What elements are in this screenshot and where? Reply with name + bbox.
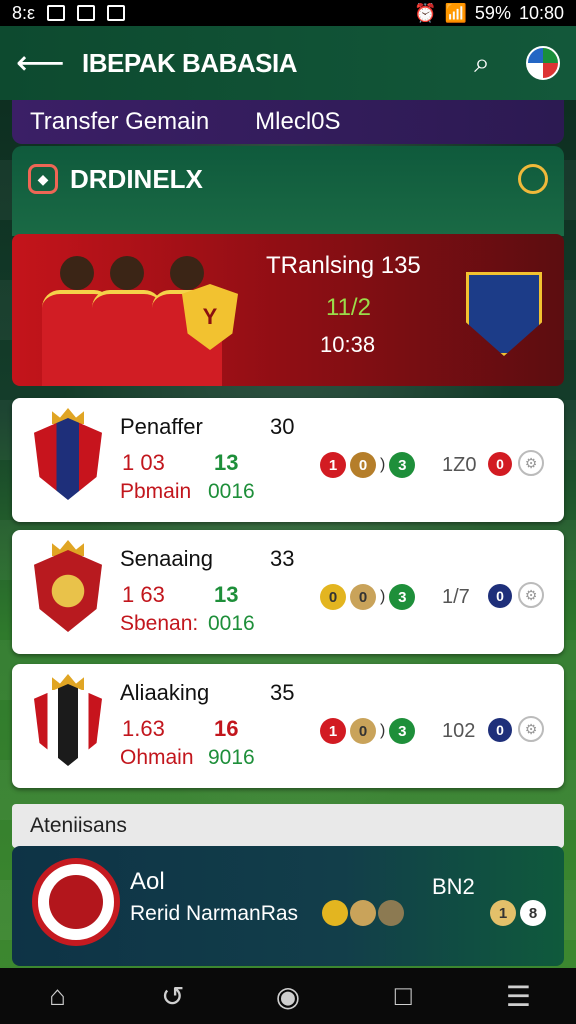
team-count: 30	[270, 414, 295, 439]
form-separator: )	[380, 588, 386, 605]
result-dots: 1 8	[490, 900, 546, 926]
stat-1: 1 63	[122, 582, 165, 607]
tab-bar: Transfer Gemain Mlecl0S	[12, 100, 564, 144]
form-dot: 0	[350, 584, 376, 610]
alarm-icon: ⏰	[414, 2, 437, 23]
form-dots: 1 0 ) 3	[320, 718, 416, 744]
hero-score: 11/2	[326, 294, 371, 321]
featured-card[interactable]: Aol Rerid NarmanRas BN2 1 8	[12, 846, 564, 966]
team-name: Penaffer	[120, 414, 203, 439]
odds-value: 1/7	[442, 586, 470, 608]
search-icon[interactable]: ⌕	[462, 47, 502, 80]
user-icon[interactable]	[518, 164, 548, 194]
eagle-badge-icon	[32, 858, 120, 946]
team-name: Aliaaking	[120, 680, 210, 705]
stat-2: 13	[214, 582, 239, 607]
stat-1: 1.63	[122, 716, 165, 741]
stat-3: Sbenan:	[120, 612, 199, 635]
settings-icon[interactable]: ⚙	[518, 450, 544, 476]
result-dot: 8	[520, 900, 546, 926]
stat-1: 1 03	[122, 450, 165, 475]
image-icon	[47, 5, 66, 21]
camera-icon[interactable]: ◉	[266, 980, 310, 1013]
tab-match[interactable]: Mlecl0S	[255, 108, 340, 136]
camera-icon	[107, 5, 126, 21]
featured-score: BN2	[432, 874, 475, 899]
tab-transfer[interactable]: Transfer Gemain	[30, 108, 209, 136]
team-count: 33	[270, 546, 295, 571]
result-dot: 1	[490, 900, 516, 926]
form-dot	[322, 900, 348, 926]
club-badge-icon	[34, 550, 102, 632]
club-badge-icon	[34, 418, 102, 500]
odds-value: 102	[442, 720, 476, 742]
strip-label: Ateniisans	[30, 814, 127, 837]
stat-2: 16	[214, 716, 239, 741]
odds-dot: 0	[488, 584, 512, 608]
form-dot: 3	[389, 584, 416, 610]
featured-title: Aol	[130, 868, 165, 895]
bottom-nav: ⌂ ↺ ◉ □ ☰	[0, 968, 576, 1024]
match-card[interactable]: Penaffer 30 1 03 13 Pbmain 0016 1 0 ) 3 …	[12, 398, 564, 522]
settings-icon[interactable]: ⚙	[518, 716, 544, 742]
arrow-left-icon[interactable]: ⟵	[16, 43, 65, 83]
avatar[interactable]	[526, 46, 560, 80]
form-dot: 3	[389, 452, 416, 478]
shield-icon: ◆	[28, 164, 58, 194]
form-dot: 0	[320, 584, 346, 610]
status-time-left: 8:ε	[12, 2, 36, 23]
form-dots: 1 0 ) 3	[320, 452, 416, 478]
app-title: IBEPAK BABASIA	[82, 47, 297, 78]
wifi-icon: 📶	[444, 2, 467, 23]
club-badge-icon	[34, 684, 102, 766]
stat-4: 0016	[208, 480, 255, 503]
odds-dot: 0	[488, 718, 512, 742]
square-icon[interactable]: □	[381, 980, 425, 1012]
section-header: ◆ DRDINELX	[12, 146, 564, 236]
attendance-strip: Ateniisans	[12, 804, 564, 848]
form-separator: )	[380, 456, 386, 473]
form-dots: 0 0 ) 3	[320, 584, 416, 610]
hero-title: TRanlsing 135	[266, 252, 421, 279]
app-bar: ⟵ IBEPAK BABASIA ⌕	[0, 26, 576, 100]
hero-time: 10:38	[320, 332, 376, 357]
home-icon[interactable]: ⌂	[36, 980, 80, 1012]
form-dot: 0	[350, 718, 376, 744]
form-dot: 1	[320, 718, 346, 744]
form-dot: 0	[350, 452, 376, 478]
status-time-right: 10:80	[518, 2, 564, 23]
form-separator: )	[380, 722, 386, 739]
opponent-crest-icon	[466, 272, 542, 356]
battery-level: 59%	[474, 2, 511, 23]
gallery-icon	[77, 5, 96, 21]
odds-dot: 0	[488, 452, 512, 476]
stat-2: 13	[214, 450, 239, 475]
featured-subtitle: Rerid NarmanRas	[130, 902, 299, 925]
form-dot: 3	[389, 718, 416, 744]
form-dot: 1	[320, 452, 346, 478]
stat-3: Pbmain	[120, 480, 192, 503]
section-title: DRDINELX	[70, 164, 203, 194]
settings-icon[interactable]: ⚙	[518, 582, 544, 608]
form-dots	[322, 900, 404, 926]
odds-value: 1Z0	[442, 454, 477, 476]
stat-4: 9016	[208, 746, 255, 769]
form-dot	[378, 900, 404, 926]
team-count: 35	[270, 680, 295, 705]
team-name: Senaaing	[120, 546, 213, 571]
form-dot	[350, 900, 376, 926]
stat-3: Ohmain	[120, 746, 194, 769]
hero-banner[interactable]: Y TRanlsing 135 11/2 10:38	[12, 234, 564, 386]
menu-icon[interactable]: ☰	[496, 980, 540, 1013]
status-bar: 8:ε ⏰ 📶 59% 10:80	[0, 0, 576, 26]
refresh-icon[interactable]: ↺	[151, 980, 195, 1013]
match-card[interactable]: Aliaaking 35 1.63 16 Ohmain 9016 1 0 ) 3…	[12, 664, 564, 788]
stat-4: 0016	[208, 612, 255, 635]
match-card[interactable]: Senaaing 33 1 63 13 Sbenan: 0016 0 0 ) 3…	[12, 530, 564, 654]
